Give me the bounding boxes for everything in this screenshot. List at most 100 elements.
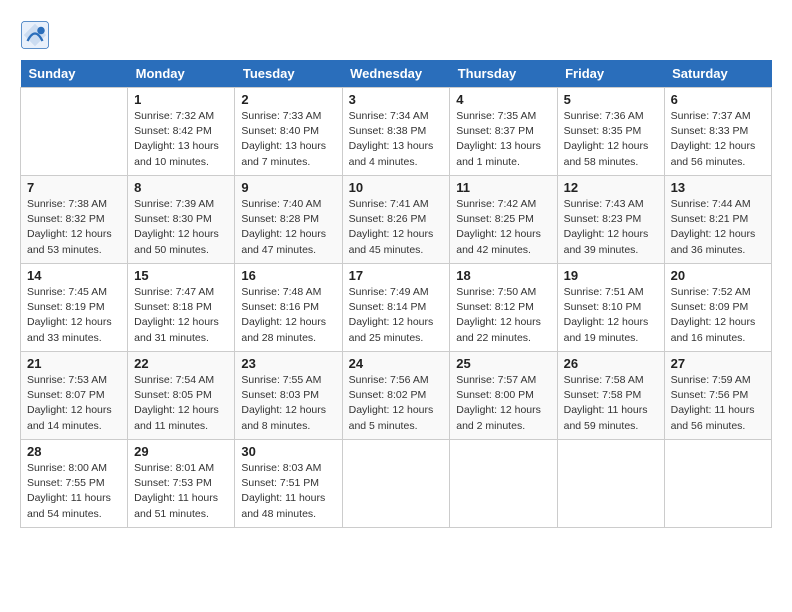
day-info: Sunrise: 7:45 AM Sunset: 8:19 PM Dayligh… — [27, 285, 121, 346]
calendar-cell: 6 Sunrise: 7:37 AM Sunset: 8:33 PM Daylig… — [664, 88, 771, 176]
day-number: 17 — [349, 268, 444, 283]
calendar-cell: 2 Sunrise: 7:33 AM Sunset: 8:40 PM Daylig… — [235, 88, 342, 176]
calendar-week-row: 7 Sunrise: 7:38 AM Sunset: 8:32 PM Daylig… — [21, 176, 772, 264]
calendar-cell: 7 Sunrise: 7:38 AM Sunset: 8:32 PM Daylig… — [21, 176, 128, 264]
day-number: 12 — [564, 180, 658, 195]
weekday-header-cell: Thursday — [450, 60, 557, 88]
day-info: Sunrise: 8:00 AM Sunset: 7:55 PM Dayligh… — [27, 461, 121, 522]
weekday-header-cell: Monday — [128, 60, 235, 88]
calendar-cell: 28 Sunrise: 8:00 AM Sunset: 7:55 PM Dayli… — [21, 440, 128, 528]
day-info: Sunrise: 7:51 AM Sunset: 8:10 PM Dayligh… — [564, 285, 658, 346]
weekday-header-cell: Wednesday — [342, 60, 450, 88]
day-number: 16 — [241, 268, 335, 283]
logo-icon — [20, 20, 50, 50]
day-info: Sunrise: 7:33 AM Sunset: 8:40 PM Dayligh… — [241, 109, 335, 170]
day-number: 20 — [671, 268, 765, 283]
day-number: 23 — [241, 356, 335, 371]
calendar-body: 1 Sunrise: 7:32 AM Sunset: 8:42 PM Daylig… — [21, 88, 772, 528]
calendar-cell: 16 Sunrise: 7:48 AM Sunset: 8:16 PM Dayli… — [235, 264, 342, 352]
day-number: 18 — [456, 268, 550, 283]
day-info: Sunrise: 7:39 AM Sunset: 8:30 PM Dayligh… — [134, 197, 228, 258]
day-number: 29 — [134, 444, 228, 459]
day-info: Sunrise: 7:42 AM Sunset: 8:25 PM Dayligh… — [456, 197, 550, 258]
calendar-cell: 3 Sunrise: 7:34 AM Sunset: 8:38 PM Daylig… — [342, 88, 450, 176]
day-info: Sunrise: 7:50 AM Sunset: 8:12 PM Dayligh… — [456, 285, 550, 346]
weekday-header-cell: Saturday — [664, 60, 771, 88]
day-number: 2 — [241, 92, 335, 107]
calendar-cell — [664, 440, 771, 528]
day-info: Sunrise: 7:34 AM Sunset: 8:38 PM Dayligh… — [349, 109, 444, 170]
calendar-week-row: 28 Sunrise: 8:00 AM Sunset: 7:55 PM Dayli… — [21, 440, 772, 528]
calendar-cell: 11 Sunrise: 7:42 AM Sunset: 8:25 PM Dayli… — [450, 176, 557, 264]
day-info: Sunrise: 7:43 AM Sunset: 8:23 PM Dayligh… — [564, 197, 658, 258]
calendar-cell: 9 Sunrise: 7:40 AM Sunset: 8:28 PM Daylig… — [235, 176, 342, 264]
day-number: 8 — [134, 180, 228, 195]
weekday-header-cell: Sunday — [21, 60, 128, 88]
day-info: Sunrise: 7:52 AM Sunset: 8:09 PM Dayligh… — [671, 285, 765, 346]
day-info: Sunrise: 7:56 AM Sunset: 8:02 PM Dayligh… — [349, 373, 444, 434]
weekday-header-cell: Tuesday — [235, 60, 342, 88]
calendar-table: SundayMondayTuesdayWednesdayThursdayFrid… — [20, 60, 772, 528]
day-info: Sunrise: 7:49 AM Sunset: 8:14 PM Dayligh… — [349, 285, 444, 346]
calendar-cell: 14 Sunrise: 7:45 AM Sunset: 8:19 PM Dayli… — [21, 264, 128, 352]
calendar-week-row: 1 Sunrise: 7:32 AM Sunset: 8:42 PM Daylig… — [21, 88, 772, 176]
day-number: 10 — [349, 180, 444, 195]
calendar-cell: 21Sunrise: 7:53 AM Sunset: 8:07 PM Dayli… — [21, 352, 128, 440]
calendar-cell: 5 Sunrise: 7:36 AM Sunset: 8:35 PM Daylig… — [557, 88, 664, 176]
day-info: Sunrise: 7:48 AM Sunset: 8:16 PM Dayligh… — [241, 285, 335, 346]
calendar-cell: 15 Sunrise: 7:47 AM Sunset: 8:18 PM Dayli… — [128, 264, 235, 352]
day-info: Sunrise: 7:36 AM Sunset: 8:35 PM Dayligh… — [564, 109, 658, 170]
calendar-week-row: 14 Sunrise: 7:45 AM Sunset: 8:19 PM Dayli… — [21, 264, 772, 352]
day-number: 26 — [564, 356, 658, 371]
day-number: 1 — [134, 92, 228, 107]
day-info: Sunrise: 7:47 AM Sunset: 8:18 PM Dayligh… — [134, 285, 228, 346]
day-info: Sunrise: 7:32 AM Sunset: 8:42 PM Dayligh… — [134, 109, 228, 170]
calendar-cell: 20 Sunrise: 7:52 AM Sunset: 8:09 PM Dayli… — [664, 264, 771, 352]
day-number: 24 — [349, 356, 444, 371]
day-number: 6 — [671, 92, 765, 107]
day-info: Sunrise: 7:57 AM Sunset: 8:00 PM Dayligh… — [456, 373, 550, 434]
day-number: 27 — [671, 356, 765, 371]
calendar-week-row: 21Sunrise: 7:53 AM Sunset: 8:07 PM Dayli… — [21, 352, 772, 440]
day-number: 15 — [134, 268, 228, 283]
day-info: Sunrise: 8:01 AM Sunset: 7:53 PM Dayligh… — [134, 461, 228, 522]
day-number: 9 — [241, 180, 335, 195]
calendar-cell — [342, 440, 450, 528]
calendar-cell: 19Sunrise: 7:51 AM Sunset: 8:10 PM Dayli… — [557, 264, 664, 352]
calendar-cell: 22 Sunrise: 7:54 AM Sunset: 8:05 PM Dayli… — [128, 352, 235, 440]
calendar-cell: 30 Sunrise: 8:03 AM Sunset: 7:51 PM Dayli… — [235, 440, 342, 528]
calendar-cell: 13 Sunrise: 7:44 AM Sunset: 8:21 PM Dayli… — [664, 176, 771, 264]
day-number: 3 — [349, 92, 444, 107]
day-number: 14 — [27, 268, 121, 283]
calendar-cell: 4 Sunrise: 7:35 AM Sunset: 8:37 PM Daylig… — [450, 88, 557, 176]
day-number: 7 — [27, 180, 121, 195]
day-info: Sunrise: 7:37 AM Sunset: 8:33 PM Dayligh… — [671, 109, 765, 170]
day-number: 4 — [456, 92, 550, 107]
calendar-cell: 26Sunrise: 7:58 AM Sunset: 7:58 PM Dayli… — [557, 352, 664, 440]
day-info: Sunrise: 8:03 AM Sunset: 7:51 PM Dayligh… — [241, 461, 335, 522]
calendar-cell: 24 Sunrise: 7:56 AM Sunset: 8:02 PM Dayli… — [342, 352, 450, 440]
day-info: Sunrise: 7:38 AM Sunset: 8:32 PM Dayligh… — [27, 197, 121, 258]
calendar-cell: 17 Sunrise: 7:49 AM Sunset: 8:14 PM Dayli… — [342, 264, 450, 352]
page-header — [20, 20, 772, 50]
calendar-cell: 29 Sunrise: 8:01 AM Sunset: 7:53 PM Dayli… — [128, 440, 235, 528]
day-info: Sunrise: 7:54 AM Sunset: 8:05 PM Dayligh… — [134, 373, 228, 434]
calendar-cell: 25 Sunrise: 7:57 AM Sunset: 8:00 PM Dayli… — [450, 352, 557, 440]
calendar-cell: 8 Sunrise: 7:39 AM Sunset: 8:30 PM Daylig… — [128, 176, 235, 264]
day-info: Sunrise: 7:44 AM Sunset: 8:21 PM Dayligh… — [671, 197, 765, 258]
day-info: Sunrise: 7:55 AM Sunset: 8:03 PM Dayligh… — [241, 373, 335, 434]
day-number: 25 — [456, 356, 550, 371]
day-number: 22 — [134, 356, 228, 371]
day-info: Sunrise: 7:40 AM Sunset: 8:28 PM Dayligh… — [241, 197, 335, 258]
weekday-header-row: SundayMondayTuesdayWednesdayThursdayFrid… — [21, 60, 772, 88]
day-number: 13 — [671, 180, 765, 195]
day-info: Sunrise: 7:35 AM Sunset: 8:37 PM Dayligh… — [456, 109, 550, 170]
day-info: Sunrise: 7:59 AM Sunset: 7:56 PM Dayligh… — [671, 373, 765, 434]
weekday-header-cell: Friday — [557, 60, 664, 88]
day-number: 28 — [27, 444, 121, 459]
day-number: 30 — [241, 444, 335, 459]
day-number: 5 — [564, 92, 658, 107]
day-number: 11 — [456, 180, 550, 195]
calendar-cell — [21, 88, 128, 176]
day-info: Sunrise: 7:41 AM Sunset: 8:26 PM Dayligh… — [349, 197, 444, 258]
